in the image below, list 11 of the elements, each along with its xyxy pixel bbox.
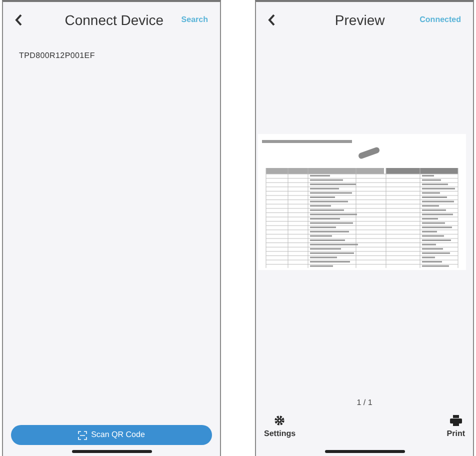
- settings-button[interactable]: Settings: [264, 415, 296, 440]
- screen-title: Preview: [334, 10, 385, 30]
- screen-title: Connect Device: [64, 10, 164, 30]
- device-item[interactable]: TPD800R12P001EF: [19, 50, 204, 62]
- back-icon[interactable]: [15, 14, 23, 26]
- print-button[interactable]: Print: [446, 415, 465, 440]
- settings-icon: [274, 415, 286, 426]
- scan-frame-icon: [78, 430, 88, 440]
- printer-icon: [450, 415, 462, 426]
- back-icon[interactable]: [268, 14, 276, 26]
- page-indicator: 1 / 1: [356, 397, 372, 409]
